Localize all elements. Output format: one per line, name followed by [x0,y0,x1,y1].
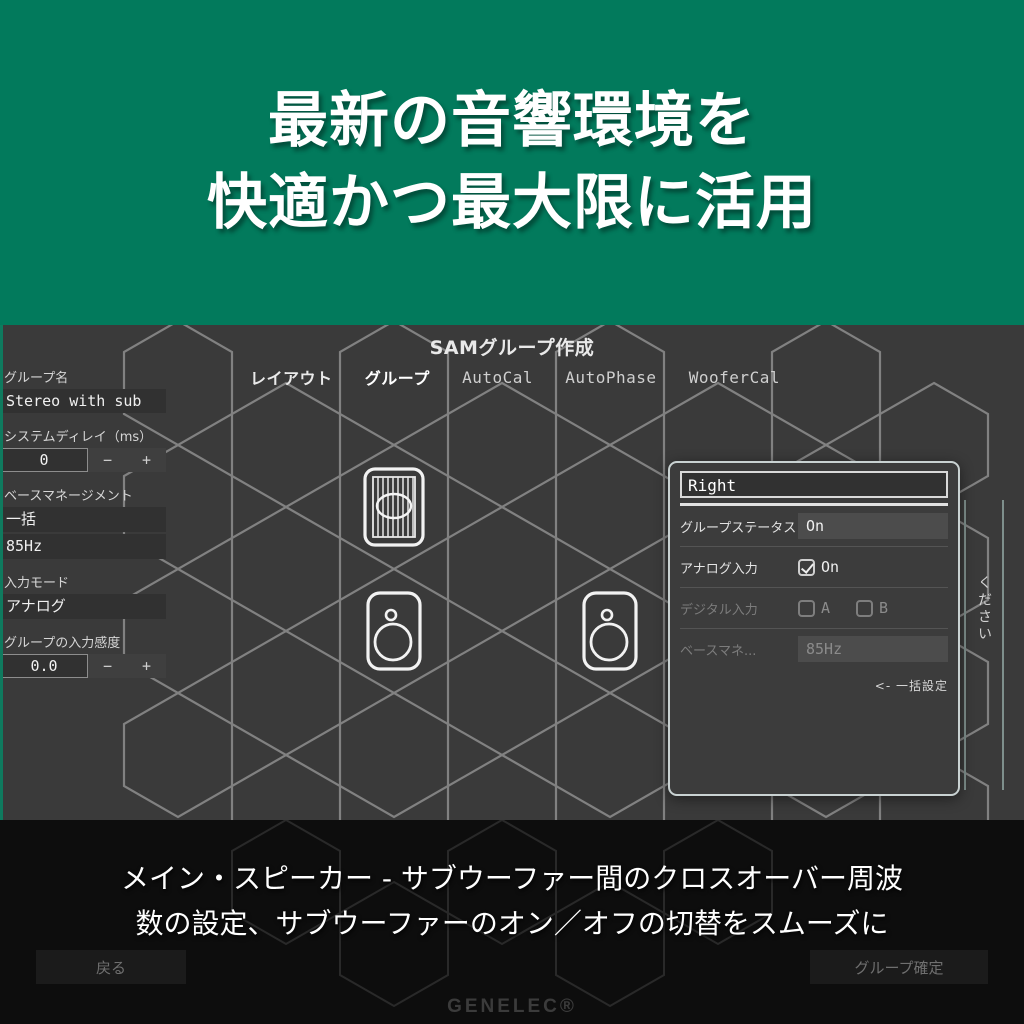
input-mode-field: 入力モード アナログ [0,572,172,619]
group-sensitivity-stepper: 0.0 − + [0,654,166,678]
analog-input-control[interactable]: On [798,558,839,576]
bass-management-field: ベースマネージメント 一括 85Hz [0,485,172,559]
digital-input-row: デジタル入力 A B [680,588,948,629]
input-mode-select[interactable]: アナログ [0,594,166,619]
divider-vertical-right-2 [964,500,966,790]
caption-line2: 数の設定、サブウーファーのオン／オフの切替をスムーズに [135,907,889,941]
system-delay-minus-button[interactable]: − [88,448,127,472]
side-note-text: ください [976,575,992,643]
input-mode-label: 入力モード [4,576,70,591]
digital-input-b-control[interactable]: B [856,599,888,617]
divider-vertical-right [1002,500,1004,790]
speaker-icon-right [582,591,638,671]
system-delay-stepper: 0 − + [0,448,166,472]
hero-headline-line2: 快適かつ最大限に活用 [207,167,817,238]
dialog-bass-management-row: ベースマネ... 85Hz [680,629,948,669]
group-sensitivity-minus-button[interactable]: − [88,654,127,678]
digital-input-b-checkbox[interactable] [856,599,874,617]
dialog-bass-management-label: ベースマネ... [680,643,757,659]
dialog-title-input[interactable]: Right [680,471,948,498]
system-delay-plus-button[interactable]: + [127,448,166,472]
left-accent-stripe [0,325,3,820]
group-sensitivity-label: グループの入力感度 [4,636,121,651]
analog-input-checkbox[interactable] [798,558,815,576]
bass-management-label: ベースマネージメント [4,489,133,504]
digital-input-a-checkbox[interactable] [798,599,815,617]
tab-autophase[interactable]: AutoPhase [565,368,656,387]
analog-input-label: アナログ入力 [680,561,758,577]
group-sensitivity-plus-button[interactable]: + [127,654,166,678]
back-button[interactable]: 戻る [36,950,186,984]
speaker-settings-dialog: Right グループステータス On アナログ入力 On デジタル入力 A B … [668,461,960,796]
digital-input-a-label: A [821,599,831,617]
group-sensitivity-value[interactable]: 0.0 [0,654,88,678]
group-status-row: グループステータス On [680,506,948,547]
bass-management-mode-select[interactable]: 一括 [0,507,166,532]
digital-input-a-control[interactable]: A [798,599,830,617]
tab-autocal[interactable]: AutoCal [462,368,533,387]
caption-text: メイン・スピーカー - サブウーファー間のクロスオーバー周波 数の設定、サブウー… [0,856,1024,947]
system-delay-field: システムディレイ（ms） 0 − + [0,426,172,472]
group-status-label: グループステータス [680,520,797,536]
analog-input-state: On [821,558,840,576]
app-screenshot: SAMグループ作成 レイアウト グループ AutoCal AutoPhase W… [0,325,1024,820]
page-title: SAMグループ作成 [429,337,595,359]
bottom-overlay-area: 戻る グループ確定 GENELEC® メイン・スピーカー - サブウーファー間の… [0,820,1024,1024]
digital-input-label: デジタル入力 [680,602,758,618]
system-delay-value[interactable]: 0 [0,448,88,472]
group-status-select[interactable]: On [798,513,948,539]
system-delay-label: システムディレイ（ms） [4,430,153,445]
digital-input-b-label: B [879,599,889,617]
analog-input-row: アナログ入力 On [680,547,948,588]
slide-root: 最新の音響環境を 快適かつ最大限に活用 SAMグループ作成 レイアウト グループ… [0,0,1024,1024]
group-name-field: グループ名 Stereo with sub [0,367,172,413]
confirm-group-button[interactable]: グループ確定 [810,950,988,984]
speaker-icon-left [366,591,422,671]
dialog-bass-management-select[interactable]: 85Hz [798,636,948,662]
tab-woofercal[interactable]: WooferCal [689,368,780,387]
group-sensitivity-field: グループの入力感度 0.0 − + [0,632,172,678]
hero-banner: 最新の音響環境を 快適かつ最大限に活用 [0,0,1024,325]
bass-management-freq-select[interactable]: 85Hz [0,534,166,559]
tab-bar: レイアウト グループ AutoCal AutoPhase WooferCal [250,365,780,389]
tab-group[interactable]: グループ [365,365,430,389]
group-name-input[interactable]: Stereo with sub [0,389,166,413]
genelec-logo: GENELEC® [447,996,577,1017]
caption-line1: メイン・スピーカー - サブウーファー間のクロスオーバー周波 [121,862,903,895]
tab-layout[interactable]: レイアウト [250,365,333,389]
batch-set-link[interactable]: <- 一括設定 [680,669,948,694]
hero-headline-line1: 最新の音響環境を [268,86,756,157]
speaker-icon-subwoofer [363,467,425,547]
group-name-label: グループ名 [4,371,69,386]
settings-sidebar: グループ名 Stereo with sub システムディレイ（ms） 0 − +… [0,363,172,691]
